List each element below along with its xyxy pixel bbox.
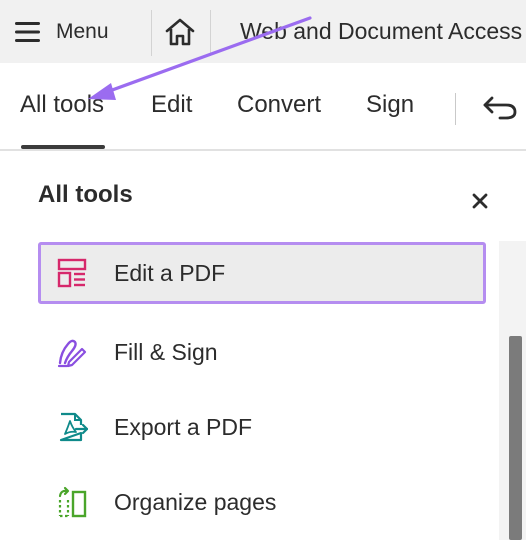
top-bar: Menu Web and Document Access xyxy=(0,0,526,63)
tool-label: Export a PDF xyxy=(114,413,253,440)
tool-edit-pdf[interactable]: Edit a PDF xyxy=(38,242,486,304)
organize-pages-icon xyxy=(58,486,87,518)
tab-bar: All tools Edit Convert Sign xyxy=(0,63,526,151)
divider xyxy=(455,93,456,125)
home-icon[interactable] xyxy=(163,16,197,48)
fill-sign-icon xyxy=(57,339,87,368)
divider xyxy=(210,10,211,56)
active-tab-indicator xyxy=(21,145,105,149)
panel-title: All tools xyxy=(38,181,133,208)
tab-sign[interactable]: Sign xyxy=(366,91,414,119)
tool-label: Organize pages xyxy=(114,488,277,515)
tab-convert[interactable]: Convert xyxy=(237,91,321,119)
edit-pdf-icon xyxy=(57,258,87,288)
divider xyxy=(151,10,152,56)
document-title[interactable]: Web and Document Access xyxy=(240,18,522,45)
scrollbar-thumb[interactable] xyxy=(509,336,522,540)
close-icon[interactable] xyxy=(470,191,490,211)
tab-all-tools[interactable]: All tools xyxy=(20,91,104,119)
export-pdf-icon xyxy=(59,412,88,442)
tool-export-pdf[interactable]: Export a PDF xyxy=(38,396,486,458)
undo-icon[interactable] xyxy=(480,92,520,122)
tool-label: Fill & Sign xyxy=(114,338,218,365)
tool-organize-pages[interactable]: Organize pages xyxy=(38,471,486,533)
tool-fill-sign[interactable]: Fill & Sign xyxy=(38,321,486,383)
tool-label: Edit a PDF xyxy=(114,259,226,286)
acrobat-window: Menu Web and Document Access All tools E… xyxy=(0,0,526,540)
tab-edit[interactable]: Edit xyxy=(151,91,192,119)
menu-label: Menu xyxy=(56,20,109,43)
hamburger-icon xyxy=(15,22,40,42)
all-tools-panel: All tools Edit a PDF Fill & Sign Export … xyxy=(0,153,526,540)
menu-button[interactable]: Menu xyxy=(14,14,109,50)
